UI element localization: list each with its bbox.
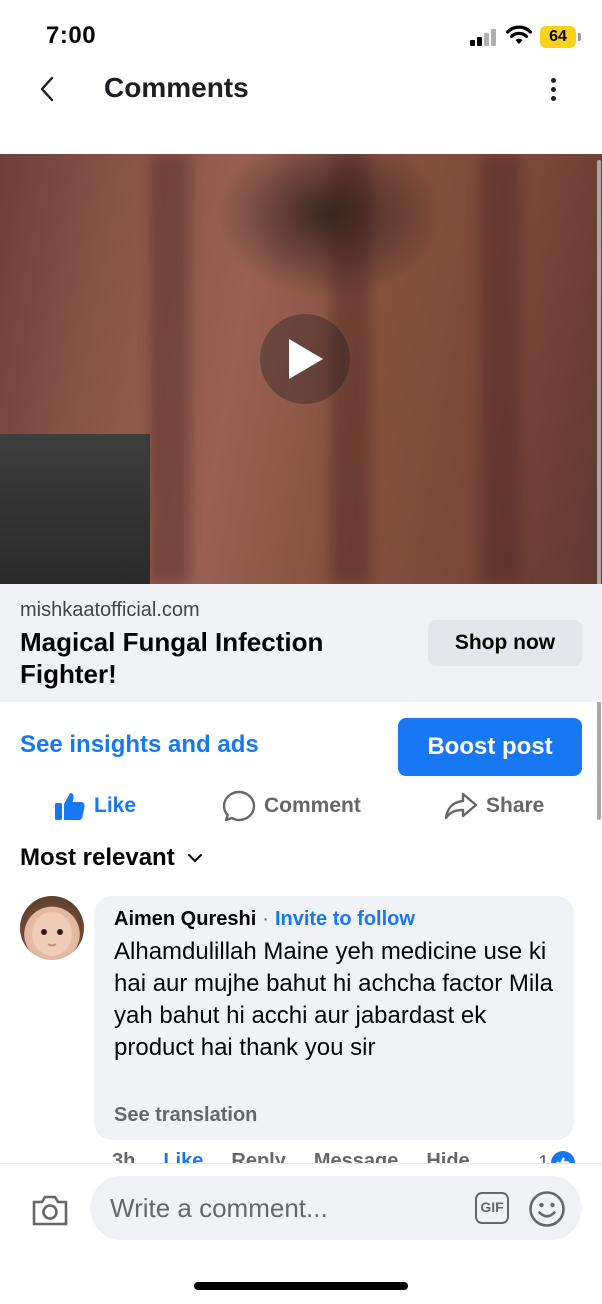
scrollbar[interactable] [597, 160, 601, 820]
home-indicator[interactable] [194, 1282, 408, 1290]
more-dot [550, 86, 556, 92]
header: Comments [0, 60, 602, 120]
shop-now-button[interactable]: Shop now [428, 620, 582, 666]
video-shading [150, 154, 190, 584]
see-insights-link[interactable]: See insights and ads [20, 731, 259, 759]
sort-dropdown[interactable]: Most relevant [20, 844, 203, 872]
share-arrow-icon [444, 792, 478, 820]
comment-header: Aimen Qureshi · Invite to follow [114, 908, 415, 931]
share-label: Share [486, 794, 545, 817]
share-button[interactable]: Share [444, 788, 544, 824]
comment-bubble-icon [222, 790, 256, 822]
wifi-icon [505, 25, 533, 44]
more-dots-icon [550, 77, 556, 83]
chevron-down-icon [187, 854, 202, 862]
gif-button[interactable]: GIF [475, 1192, 509, 1224]
play-button[interactable] [260, 314, 350, 404]
comment-button[interactable]: Comment [222, 788, 361, 824]
sort-label: Most relevant [20, 844, 175, 871]
battery-tip [578, 33, 581, 41]
more-dot [550, 95, 556, 101]
see-translation-link[interactable]: See translation [114, 1104, 257, 1127]
link-domain: mishkaatofficial.com [20, 599, 200, 621]
battery-indicator: 64 [540, 26, 576, 48]
post-video[interactable] [0, 154, 602, 584]
link-title: Magical Fungal Infection Fighter! [20, 627, 324, 689]
like-button[interactable]: Like [54, 788, 136, 824]
emoji-icon[interactable] [528, 1190, 566, 1228]
video-shading [480, 154, 520, 584]
thumbs-up-icon [55, 793, 85, 820]
comment-author[interactable]: Aimen Qureshi [114, 908, 256, 931]
camera-icon[interactable] [30, 1192, 70, 1228]
back-button[interactable] [30, 72, 64, 106]
more-options-button[interactable] [538, 72, 568, 106]
video-background [0, 434, 150, 584]
chevron-left-icon [40, 76, 54, 102]
avatar[interactable] [20, 896, 84, 960]
comment-label: Comment [264, 794, 361, 817]
comment-composer: GIF [0, 1163, 602, 1259]
comment-bubble[interactable]: Aimen Qureshi · Invite to follow Alhamdu… [94, 896, 574, 1140]
comment-text: Alhamdulillah Maine yeh medicine use ki … [114, 938, 553, 1061]
cellular-signal-icon [470, 28, 500, 46]
page-title: Comments [104, 72, 249, 103]
avatar-face [32, 912, 72, 956]
like-label: Like [94, 794, 137, 817]
boost-post-button[interactable]: Boost post [398, 718, 582, 776]
invite-to-follow-link[interactable]: Invite to follow [275, 908, 415, 931]
play-icon [289, 339, 323, 379]
link-preview[interactable]: mishkaatofficial.com Magical Fungal Infe… [0, 584, 602, 702]
separator-dot: · [262, 908, 269, 930]
status-time: 7:00 [46, 22, 97, 49]
